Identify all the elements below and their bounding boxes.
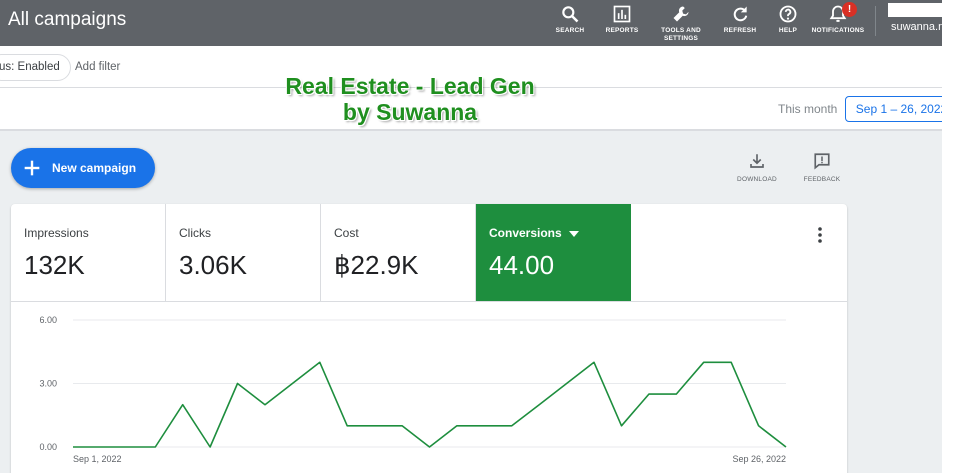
- x-tick-label: Sep 1, 2022: [73, 454, 122, 464]
- toolbar-divider: [875, 6, 876, 36]
- metric-label: Clicks: [179, 226, 211, 240]
- metric-label: Conversions: [489, 226, 580, 240]
- add-filter-button[interactable]: Add filter: [75, 61, 120, 73]
- date-preset-label: This month: [778, 102, 838, 116]
- metric-value: 3.06K: [179, 250, 247, 280]
- account-redaction: [888, 3, 948, 17]
- account-switcher[interactable]: suwanna.n: [891, 21, 944, 33]
- wrench-icon: [673, 6, 689, 22]
- reports-label: REPORTS: [605, 27, 639, 34]
- page-title: All campaigns: [8, 9, 127, 30]
- notification-badge: !: [842, 2, 857, 17]
- conversions-chart: 0.00 3.00 6.00 Sep 1, 2022 Sep 26, 2022: [39, 315, 787, 464]
- notifications-label: NOTIFICATIONS: [811, 27, 865, 34]
- top-bar: All campaigns SEARCH REPORTS TOOLS AND S…: [0, 0, 960, 46]
- help-icon: [779, 5, 797, 23]
- metric-impressions[interactable]: Impressions 132K: [11, 204, 166, 301]
- metric-cost[interactable]: Cost ฿22.9K: [321, 204, 476, 301]
- metric-conversions[interactable]: Conversions 44.00: [476, 204, 631, 301]
- plus-icon: [24, 160, 40, 176]
- new-campaign-button[interactable]: New campaign: [11, 148, 155, 188]
- status-filter-chip[interactable]: us: Enabled: [0, 54, 71, 81]
- tools-label: TOOLS AND: [661, 27, 701, 34]
- download-label: DOWNLOAD: [737, 176, 777, 183]
- download-icon: [750, 154, 764, 168]
- metric-value: 132K: [24, 250, 85, 280]
- metric-label: Impressions: [24, 226, 89, 240]
- feedback-icon: [814, 153, 830, 170]
- new-campaign-label: New campaign: [52, 161, 137, 175]
- overlay-line-1: Real Estate - Lead Gen: [285, 73, 535, 99]
- reports-button[interactable]: REPORTS: [589, 4, 655, 35]
- right-edge-strip: [942, 0, 960, 473]
- download-button[interactable]: DOWNLOAD: [732, 152, 782, 183]
- dropdown-arrow-icon[interactable]: [569, 230, 580, 237]
- series-line: [73, 361, 787, 448]
- tools-settings-button[interactable]: TOOLS AND SETTINGS: [648, 4, 714, 43]
- y-tick-label: 3.00: [39, 379, 57, 389]
- feedback-button[interactable]: FEEDBACK: [797, 152, 847, 183]
- feedback-label: FEEDBACK: [803, 176, 841, 183]
- metric-label: Cost: [334, 226, 359, 240]
- refresh-icon: [733, 6, 748, 22]
- reports-icon: [613, 5, 631, 23]
- metric-clicks[interactable]: Clicks 3.06K: [166, 204, 321, 301]
- metric-label-text: Conversions: [489, 226, 562, 240]
- more-options-icon[interactable]: [814, 226, 826, 244]
- metric-value: ฿22.9K: [334, 250, 419, 280]
- y-tick-label: 0.00: [39, 442, 57, 452]
- metric-value: 44.00: [489, 250, 555, 280]
- overlay-caption: Real Estate - Lead Gen by Suwanna: [260, 73, 560, 125]
- settings-label: SETTINGS: [663, 35, 699, 42]
- y-tick-label: 6.00: [39, 315, 57, 325]
- notifications-button[interactable]: ! NOTIFICATIONS: [805, 2, 871, 35]
- search-icon: [562, 6, 579, 23]
- overlay-line-2: by Suwanna: [342, 99, 478, 125]
- x-tick-label: Sep 26, 2022: [732, 454, 786, 464]
